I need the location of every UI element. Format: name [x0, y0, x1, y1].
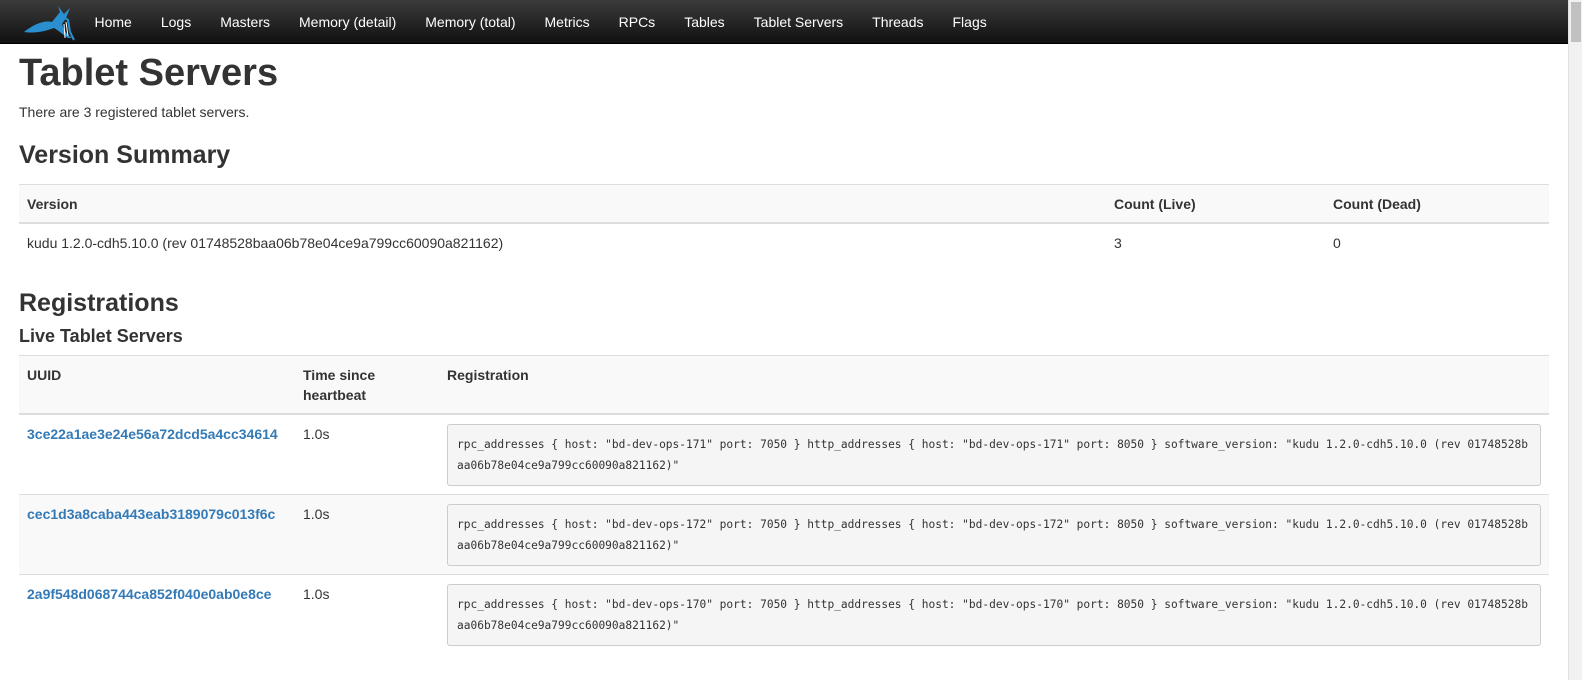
registrations-heading: Registrations: [19, 289, 179, 317]
version-summary-table: Version Count (Live) Count (Dead) kudu 1…: [19, 184, 1549, 261]
table-row: cec1d3a8caba443eab3189079c013f6c 1.0s rp…: [19, 494, 1549, 575]
registration-block: rpc_addresses { host: "bd-dev-ops-170" p…: [447, 584, 1541, 646]
table-row: 3ce22a1ae3e24e56a72dcd5a4cc34614 1.0s rp…: [19, 413, 1549, 495]
count-dead-cell: 0: [1325, 222, 1549, 261]
heartbeat-cell: 1.0s: [295, 413, 439, 495]
top-navbar: Home Logs Masters Memory (detail) Memory (to…: [0, 0, 1568, 44]
heartbeat-cell: 1.0s: [295, 494, 439, 575]
nav-links: Home Logs Masters Memory (detail) Memory (to…: [80, 0, 1001, 44]
uuid-link[interactable]: 3ce22a1ae3e24e56a72dcd5a4cc34614: [27, 426, 278, 442]
column-header-count-dead: Count (Dead): [1325, 184, 1549, 224]
version-summary-heading: Version Summary: [19, 141, 231, 169]
heartbeat-cell: 1.0s: [295, 574, 439, 654]
column-header-uuid: UUID: [19, 355, 295, 415]
table-row: 2a9f548d068744ca852f040e0ab0e8ce 1.0s rp…: [19, 574, 1549, 654]
nav-link-rpcs[interactable]: RPCs: [604, 3, 670, 41]
scrollbar-thumb[interactable]: [1571, 2, 1581, 42]
nav-link-memory-total[interactable]: Memory (total): [411, 3, 530, 41]
nav-link-logs[interactable]: Logs: [146, 3, 205, 41]
version-cell: kudu 1.2.0-cdh5.10.0 (rev 01748528baa06b…: [19, 222, 1106, 261]
nav-link-tablet-servers[interactable]: Tablet Servers: [739, 3, 857, 41]
vertical-scrollbar[interactable]: [1568, 0, 1582, 680]
intro-text: There are 3 registered tablet servers.: [19, 104, 250, 120]
live-tablet-servers-heading: Live Tablet Servers: [19, 326, 183, 346]
uuid-link[interactable]: cec1d3a8caba443eab3189079c013f6c: [27, 506, 275, 522]
nav-link-threads[interactable]: Threads: [858, 3, 938, 41]
column-header-heartbeat: Time since heartbeat: [295, 355, 439, 415]
nav-link-memory-detail[interactable]: Memory (detail): [285, 3, 411, 41]
nav-link-tables[interactable]: Tables: [670, 3, 739, 41]
table-row: kudu 1.2.0-cdh5.10.0 (rev 01748528baa06b…: [19, 222, 1549, 261]
registration-block: rpc_addresses { host: "bd-dev-ops-171" p…: [447, 424, 1541, 486]
nav-link-masters[interactable]: Masters: [206, 3, 285, 41]
page-title: Tablet Servers: [19, 52, 279, 94]
nav-link-flags[interactable]: Flags: [938, 3, 1001, 41]
count-live-cell: 3: [1106, 222, 1325, 261]
nav-link-metrics[interactable]: Metrics: [530, 3, 604, 41]
nav-link-home[interactable]: Home: [80, 3, 146, 41]
column-header-count-live: Count (Live): [1106, 184, 1325, 224]
main-content: Tablet Servers There are 3 registered ta…: [19, 44, 1549, 654]
kudu-logo-icon[interactable]: [20, 2, 76, 42]
registration-block: rpc_addresses { host: "bd-dev-ops-172" p…: [447, 504, 1541, 566]
uuid-link[interactable]: 2a9f548d068744ca852f040e0ab0e8ce: [27, 586, 271, 602]
live-tablet-servers-table: UUID Time since heartbeat Registration 3…: [19, 355, 1549, 654]
column-header-registration: Registration: [439, 355, 1549, 415]
column-header-version: Version: [19, 184, 1106, 224]
